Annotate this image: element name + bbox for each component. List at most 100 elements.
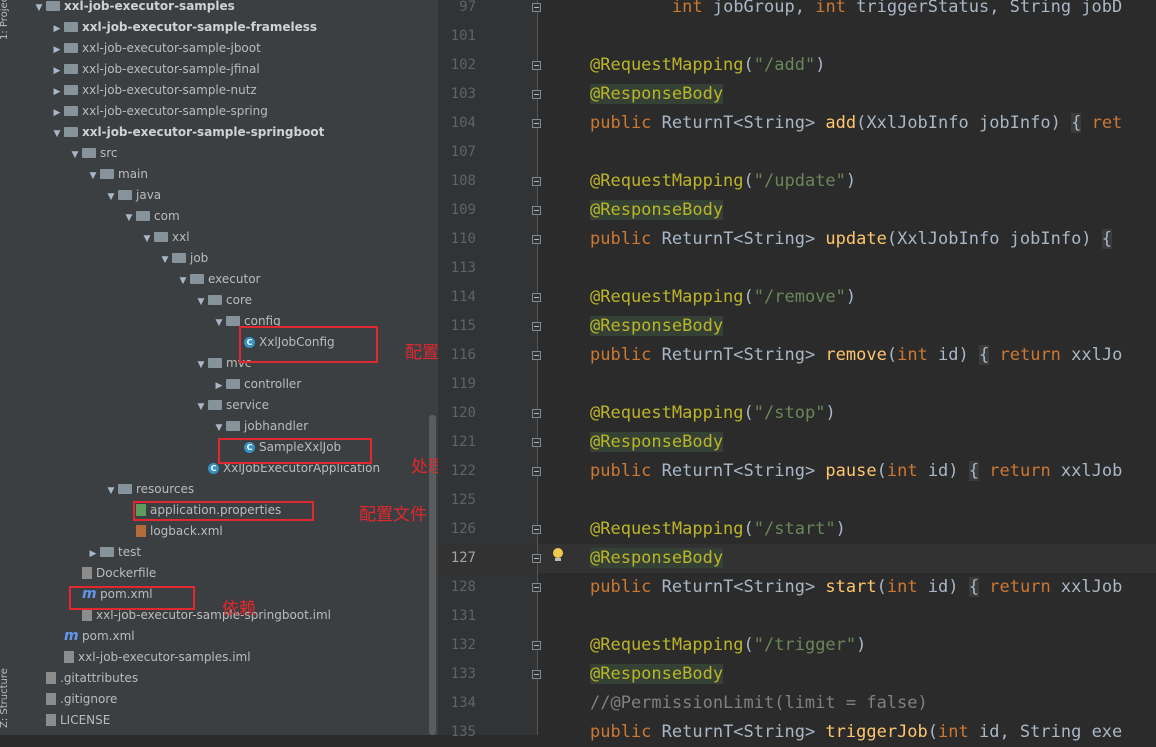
expand-arrow-icon[interactable]: ▼ (32, 0, 46, 19)
tree-item[interactable]: ▼ xxl (140, 227, 190, 248)
fold-toggle-icon[interactable] (532, 467, 541, 476)
fold-toggle-icon[interactable] (532, 61, 541, 70)
code-token: @ResponseBody (590, 432, 724, 452)
structure-tab[interactable]: Z: Structure (0, 668, 10, 728)
tree-item[interactable]: ▼ core (194, 290, 252, 311)
code-line[interactable]: @RequestMapping("/update") (590, 167, 856, 196)
code-line[interactable]: @RequestMapping("/add") (590, 51, 825, 80)
expand-arrow-icon[interactable]: ▼ (194, 397, 208, 418)
code-line[interactable]: public ReturnT<String> start(int id) { r… (590, 573, 1122, 602)
expand-arrow-icon[interactable]: ▼ (194, 355, 208, 376)
code-token: start (825, 577, 877, 597)
code-line[interactable]: //@PermissionLimit(limit = false) (590, 689, 928, 718)
file-icon (46, 713, 56, 726)
code-token: return (989, 577, 1051, 597)
code-line[interactable]: @ResponseBody (590, 428, 724, 457)
line-number: 126 (450, 521, 476, 537)
tree-item[interactable]: ▶ xxl-job-executor-sample-jboot (50, 38, 261, 59)
code-line[interactable]: @ResponseBody (590, 196, 724, 225)
code-line[interactable]: @RequestMapping("/stop") (590, 399, 836, 428)
code-line[interactable]: public ReturnT<String> triggerJob(int id… (590, 718, 1122, 747)
tree-item[interactable]: ▼ job (158, 248, 209, 271)
tree-item[interactable]: .gitignore (32, 689, 117, 710)
expand-arrow-icon[interactable]: ▼ (50, 124, 64, 145)
fold-toggle-icon[interactable] (532, 322, 541, 331)
tree-item[interactable]: ▼ jobhandler (212, 416, 309, 439)
tree-item[interactable]: ▼ executor (176, 269, 261, 292)
expand-arrow-icon[interactable]: ▼ (212, 418, 226, 439)
expand-arrow-icon[interactable]: ▼ (104, 187, 118, 208)
tree-item[interactable]: LICENSE (32, 710, 110, 731)
tree-item[interactable]: ▼ java (104, 185, 162, 208)
line-number: 103 (450, 86, 476, 102)
fold-toggle-icon[interactable] (532, 293, 541, 302)
expand-arrow-icon[interactable]: ▼ (68, 145, 82, 166)
code-line[interactable]: @ResponseBody (590, 80, 724, 109)
expand-arrow-icon[interactable]: ▼ (158, 250, 172, 271)
expand-arrow-icon[interactable]: ▼ (140, 229, 154, 250)
code-line[interactable]: @ResponseBody (590, 544, 724, 573)
fold-toggle-icon[interactable] (532, 119, 541, 128)
tree-item-label: pom.xml (82, 629, 135, 643)
tree-item[interactable]: m pom.xml (50, 626, 135, 647)
fold-toggle-icon[interactable] (532, 438, 541, 447)
code-line[interactable]: @RequestMapping("/remove") (590, 283, 856, 312)
expand-arrow-icon[interactable]: ▼ (176, 271, 190, 292)
collapse-arrow-icon[interactable]: ▶ (86, 544, 100, 565)
collapse-arrow-icon[interactable]: ▶ (50, 82, 64, 103)
fold-toggle-icon[interactable] (532, 525, 541, 534)
fold-toggle-icon[interactable] (532, 670, 541, 679)
tree-item[interactable]: ▼ com (122, 206, 180, 227)
tree-item[interactable]: ▼ main (86, 164, 148, 185)
expand-arrow-icon[interactable]: ▼ (86, 166, 100, 187)
tree-item[interactable]: Dockerfile (68, 563, 156, 584)
code-line[interactable]: public ReturnT<String> pause(int id) { r… (590, 457, 1122, 486)
lightbulb-icon[interactable] (553, 548, 564, 562)
tree-item-label: resources (136, 482, 195, 496)
expand-arrow-icon[interactable]: ▼ (122, 208, 136, 229)
code-line[interactable]: @RequestMapping("/trigger") (590, 631, 866, 660)
tree-item[interactable]: ▶ controller (212, 374, 302, 397)
project-tab[interactable]: 1: Project (0, 0, 10, 40)
tree-item[interactable]: ▼ xxl-job-executor-sample-springboot (50, 122, 325, 145)
code-line[interactable]: @ResponseBody (590, 660, 724, 689)
fold-toggle-icon[interactable] (532, 206, 541, 215)
fold-toggle-icon[interactable] (532, 641, 541, 650)
expand-arrow-icon[interactable]: ▼ (104, 481, 118, 502)
tree-item[interactable]: xxl-job-executor-samples.iml (50, 647, 251, 668)
collapse-arrow-icon[interactable]: ▶ (50, 19, 64, 40)
code-token: "/trigger" (753, 635, 857, 655)
tree-item[interactable]: ▶ xxl-job-executor-sample-nutz (50, 80, 257, 101)
collapse-arrow-icon[interactable]: ▶ (50, 103, 64, 124)
tree-item[interactable]: ▶ test (86, 542, 142, 565)
tree-item[interactable]: .gitattributes (32, 668, 138, 689)
code-line[interactable]: @RequestMapping("/start") (590, 515, 846, 544)
tree-item[interactable]: ▶ xxl-job-executor-sample-jfinal (50, 59, 260, 80)
tree-item[interactable]: ▼ src (68, 143, 118, 164)
fold-toggle-icon[interactable] (532, 235, 541, 244)
collapse-arrow-icon[interactable]: ▶ (212, 376, 226, 397)
tree-item[interactable]: ▼ xxl-job-executor-samples (32, 0, 235, 17)
collapse-arrow-icon[interactable]: ▶ (50, 40, 64, 61)
tree-item[interactable]: ▼ resources (104, 479, 195, 502)
fold-toggle-icon[interactable] (532, 177, 541, 186)
highlight-pom-xml (69, 586, 195, 610)
tree-item[interactable]: ▶ xxl-job-executor-sample-frameless (50, 17, 318, 40)
fold-toggle-icon[interactable] (532, 351, 541, 360)
fold-toggle-icon[interactable] (532, 90, 541, 99)
code-line[interactable]: int jobGroup, int triggerStatus, String … (590, 0, 1122, 22)
expand-arrow-icon[interactable]: ▼ (194, 292, 208, 313)
tree-item[interactable]: ▼ service (194, 395, 269, 416)
collapse-arrow-icon[interactable]: ▶ (50, 61, 64, 82)
fold-toggle-icon[interactable] (532, 554, 541, 563)
fold-toggle-icon[interactable] (532, 583, 541, 592)
code-line[interactable]: public ReturnT<String> remove(int id) { … (590, 341, 1122, 370)
tree-item[interactable]: ▶ xxl-job-executor-sample-spring (50, 101, 268, 122)
fold-toggle-icon[interactable] (532, 409, 541, 418)
expand-arrow-icon[interactable]: ▼ (212, 313, 226, 334)
code-line[interactable]: public ReturnT<String> add(XxlJobInfo jo… (590, 109, 1122, 138)
fold-toggle-icon[interactable] (532, 3, 541, 12)
code-line[interactable]: @ResponseBody (590, 312, 724, 341)
code-line[interactable]: public ReturnT<String> update(XxlJobInfo… (590, 225, 1113, 254)
tree-item[interactable]: logback.xml (122, 521, 223, 542)
